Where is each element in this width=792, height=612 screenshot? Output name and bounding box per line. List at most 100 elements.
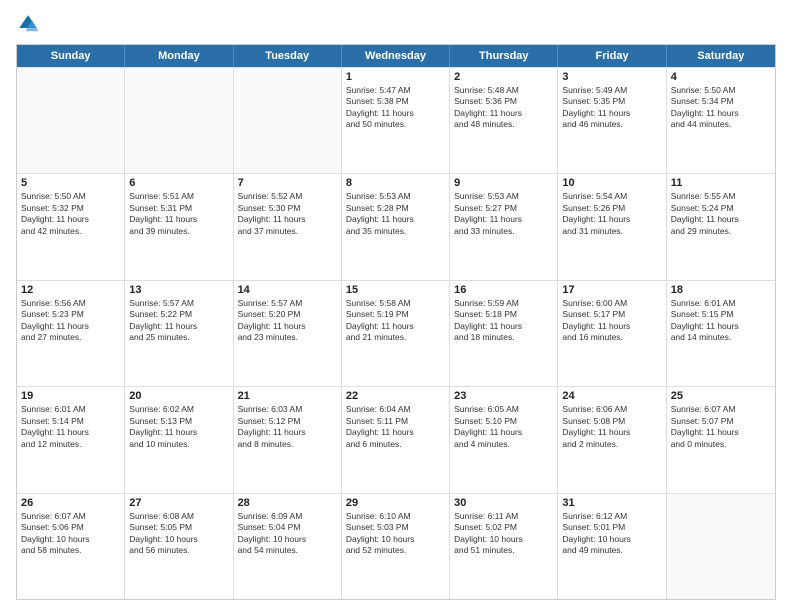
day-number: 21 bbox=[238, 390, 337, 402]
calendar-day-13: 13 Sunrise: 5:57 AM Sunset: 5:22 PM Dayli… bbox=[125, 281, 233, 386]
weekday-header-thursday: Thursday bbox=[450, 45, 558, 67]
weekday-header-tuesday: Tuesday bbox=[234, 45, 342, 67]
day-number: 2 bbox=[454, 71, 553, 83]
day-info: Sunrise: 5:57 AM Sunset: 5:22 PM Dayligh… bbox=[129, 298, 228, 344]
logo bbox=[16, 12, 44, 36]
day-number: 6 bbox=[129, 177, 228, 189]
logo-icon bbox=[16, 12, 40, 36]
day-info: Sunrise: 6:12 AM Sunset: 5:01 PM Dayligh… bbox=[562, 511, 661, 557]
calendar-body: 1 Sunrise: 5:47 AM Sunset: 5:38 PM Daylig… bbox=[17, 67, 775, 599]
calendar-day-5: 5 Sunrise: 5:50 AM Sunset: 5:32 PM Daylig… bbox=[17, 174, 125, 279]
weekday-header-saturday: Saturday bbox=[667, 45, 775, 67]
day-number: 16 bbox=[454, 284, 553, 296]
day-number: 24 bbox=[562, 390, 661, 402]
calendar-day-29: 29 Sunrise: 6:10 AM Sunset: 5:03 PM Dayli… bbox=[342, 494, 450, 599]
day-info: Sunrise: 6:07 AM Sunset: 5:07 PM Dayligh… bbox=[671, 404, 771, 450]
calendar-day-17: 17 Sunrise: 6:00 AM Sunset: 5:17 PM Dayli… bbox=[558, 281, 666, 386]
calendar-week-1: 1 Sunrise: 5:47 AM Sunset: 5:38 PM Daylig… bbox=[17, 67, 775, 173]
day-number: 1 bbox=[346, 71, 445, 83]
calendar-day-1: 1 Sunrise: 5:47 AM Sunset: 5:38 PM Daylig… bbox=[342, 68, 450, 173]
calendar-week-2: 5 Sunrise: 5:50 AM Sunset: 5:32 PM Daylig… bbox=[17, 173, 775, 279]
day-info: Sunrise: 6:08 AM Sunset: 5:05 PM Dayligh… bbox=[129, 511, 228, 557]
day-number: 19 bbox=[21, 390, 120, 402]
day-info: Sunrise: 5:49 AM Sunset: 5:35 PM Dayligh… bbox=[562, 85, 661, 131]
calendar-empty-cell bbox=[667, 494, 775, 599]
day-info: Sunrise: 5:50 AM Sunset: 5:32 PM Dayligh… bbox=[21, 191, 120, 237]
day-number: 28 bbox=[238, 497, 337, 509]
calendar-day-18: 18Sunrise: 6:01 AM Sunset: 5:15 PM Dayli… bbox=[667, 281, 775, 386]
calendar-day-6: 6Sunrise: 5:51 AM Sunset: 5:31 PM Daylig… bbox=[125, 174, 233, 279]
calendar-day-3: 3 Sunrise: 5:49 AM Sunset: 5:35 PM Daylig… bbox=[558, 68, 666, 173]
day-number: 9 bbox=[454, 177, 553, 189]
day-info: Sunrise: 5:59 AM Sunset: 5:18 PM Dayligh… bbox=[454, 298, 553, 344]
header bbox=[16, 12, 776, 36]
day-number: 3 bbox=[562, 71, 661, 83]
day-info: Sunrise: 5:52 AM Sunset: 5:30 PM Dayligh… bbox=[238, 191, 337, 237]
day-number: 8 bbox=[346, 177, 445, 189]
calendar-day-26: 26 Sunrise: 6:07 AM Sunset: 5:06 PM Dayli… bbox=[17, 494, 125, 599]
day-info: Sunrise: 5:55 AM Sunset: 5:24 PM Dayligh… bbox=[671, 191, 771, 237]
day-number: 17 bbox=[562, 284, 661, 296]
weekday-header-sunday: Sunday bbox=[17, 45, 125, 67]
calendar-day-10: 10Sunrise: 5:54 AM Sunset: 5:26 PM Dayli… bbox=[558, 174, 666, 279]
day-number: 13 bbox=[129, 284, 228, 296]
day-info: Sunrise: 6:07 AM Sunset: 5:06 PM Dayligh… bbox=[21, 511, 120, 557]
calendar-day-24: 24Sunrise: 6:06 AM Sunset: 5:08 PM Dayli… bbox=[558, 387, 666, 492]
day-number: 12 bbox=[21, 284, 120, 296]
calendar-day-22: 22 Sunrise: 6:04 AM Sunset: 5:11 PM Dayli… bbox=[342, 387, 450, 492]
day-info: Sunrise: 6:01 AM Sunset: 5:15 PM Dayligh… bbox=[671, 298, 771, 344]
calendar-day-25: 25 Sunrise: 6:07 AM Sunset: 5:07 PM Dayli… bbox=[667, 387, 775, 492]
calendar-day-7: 7Sunrise: 5:52 AM Sunset: 5:30 PM Daylig… bbox=[234, 174, 342, 279]
day-info: Sunrise: 6:03 AM Sunset: 5:12 PM Dayligh… bbox=[238, 404, 337, 450]
day-info: Sunrise: 6:11 AM Sunset: 5:02 PM Dayligh… bbox=[454, 511, 553, 557]
day-info: Sunrise: 5:53 AM Sunset: 5:27 PM Dayligh… bbox=[454, 191, 553, 237]
weekday-header-monday: Monday bbox=[125, 45, 233, 67]
calendar-day-9: 9 Sunrise: 5:53 AM Sunset: 5:27 PM Daylig… bbox=[450, 174, 558, 279]
calendar-day-14: 14Sunrise: 5:57 AM Sunset: 5:20 PM Dayli… bbox=[234, 281, 342, 386]
calendar-day-12: 12 Sunrise: 5:56 AM Sunset: 5:23 PM Dayli… bbox=[17, 281, 125, 386]
day-number: 23 bbox=[454, 390, 553, 402]
day-number: 29 bbox=[346, 497, 445, 509]
day-number: 11 bbox=[671, 177, 771, 189]
calendar-day-20: 20 Sunrise: 6:02 AM Sunset: 5:13 PM Dayli… bbox=[125, 387, 233, 492]
calendar-day-4: 4Sunrise: 5:50 AM Sunset: 5:34 PM Daylig… bbox=[667, 68, 775, 173]
day-info: Sunrise: 6:00 AM Sunset: 5:17 PM Dayligh… bbox=[562, 298, 661, 344]
day-number: 15 bbox=[346, 284, 445, 296]
calendar-week-5: 26 Sunrise: 6:07 AM Sunset: 5:06 PM Dayli… bbox=[17, 493, 775, 599]
day-info: Sunrise: 6:04 AM Sunset: 5:11 PM Dayligh… bbox=[346, 404, 445, 450]
calendar-empty-cell bbox=[17, 68, 125, 173]
calendar-empty-cell bbox=[234, 68, 342, 173]
calendar-day-31: 31 Sunrise: 6:12 AM Sunset: 5:01 PM Dayli… bbox=[558, 494, 666, 599]
calendar-header: SundayMondayTuesdayWednesdayThursdayFrid… bbox=[17, 45, 775, 67]
page: SundayMondayTuesdayWednesdayThursdayFrid… bbox=[0, 0, 792, 612]
day-info: Sunrise: 5:58 AM Sunset: 5:19 PM Dayligh… bbox=[346, 298, 445, 344]
day-info: Sunrise: 6:01 AM Sunset: 5:14 PM Dayligh… bbox=[21, 404, 120, 450]
calendar-day-23: 23Sunrise: 6:05 AM Sunset: 5:10 PM Dayli… bbox=[450, 387, 558, 492]
day-number: 25 bbox=[671, 390, 771, 402]
calendar-day-30: 30Sunrise: 6:11 AM Sunset: 5:02 PM Dayli… bbox=[450, 494, 558, 599]
day-number: 31 bbox=[562, 497, 661, 509]
calendar-day-2: 2 Sunrise: 5:48 AM Sunset: 5:36 PM Daylig… bbox=[450, 68, 558, 173]
day-number: 22 bbox=[346, 390, 445, 402]
calendar: SundayMondayTuesdayWednesdayThursdayFrid… bbox=[16, 44, 776, 600]
calendar-day-28: 28 Sunrise: 6:09 AM Sunset: 5:04 PM Dayli… bbox=[234, 494, 342, 599]
day-info: Sunrise: 5:56 AM Sunset: 5:23 PM Dayligh… bbox=[21, 298, 120, 344]
day-info: Sunrise: 6:10 AM Sunset: 5:03 PM Dayligh… bbox=[346, 511, 445, 557]
day-info: Sunrise: 6:02 AM Sunset: 5:13 PM Dayligh… bbox=[129, 404, 228, 450]
day-number: 20 bbox=[129, 390, 228, 402]
day-number: 26 bbox=[21, 497, 120, 509]
day-info: Sunrise: 5:54 AM Sunset: 5:26 PM Dayligh… bbox=[562, 191, 661, 237]
calendar-empty-cell bbox=[125, 68, 233, 173]
day-info: Sunrise: 6:09 AM Sunset: 5:04 PM Dayligh… bbox=[238, 511, 337, 557]
day-info: Sunrise: 5:48 AM Sunset: 5:36 PM Dayligh… bbox=[454, 85, 553, 131]
calendar-week-4: 19 Sunrise: 6:01 AM Sunset: 5:14 PM Dayli… bbox=[17, 386, 775, 492]
day-info: Sunrise: 5:47 AM Sunset: 5:38 PM Dayligh… bbox=[346, 85, 445, 131]
day-number: 5 bbox=[21, 177, 120, 189]
calendar-day-15: 15 Sunrise: 5:58 AM Sunset: 5:19 PM Dayli… bbox=[342, 281, 450, 386]
weekday-header-friday: Friday bbox=[558, 45, 666, 67]
calendar-day-16: 16 Sunrise: 5:59 AM Sunset: 5:18 PM Dayli… bbox=[450, 281, 558, 386]
calendar-day-19: 19 Sunrise: 6:01 AM Sunset: 5:14 PM Dayli… bbox=[17, 387, 125, 492]
day-info: Sunrise: 5:53 AM Sunset: 5:28 PM Dayligh… bbox=[346, 191, 445, 237]
day-number: 4 bbox=[671, 71, 771, 83]
day-number: 27 bbox=[129, 497, 228, 509]
